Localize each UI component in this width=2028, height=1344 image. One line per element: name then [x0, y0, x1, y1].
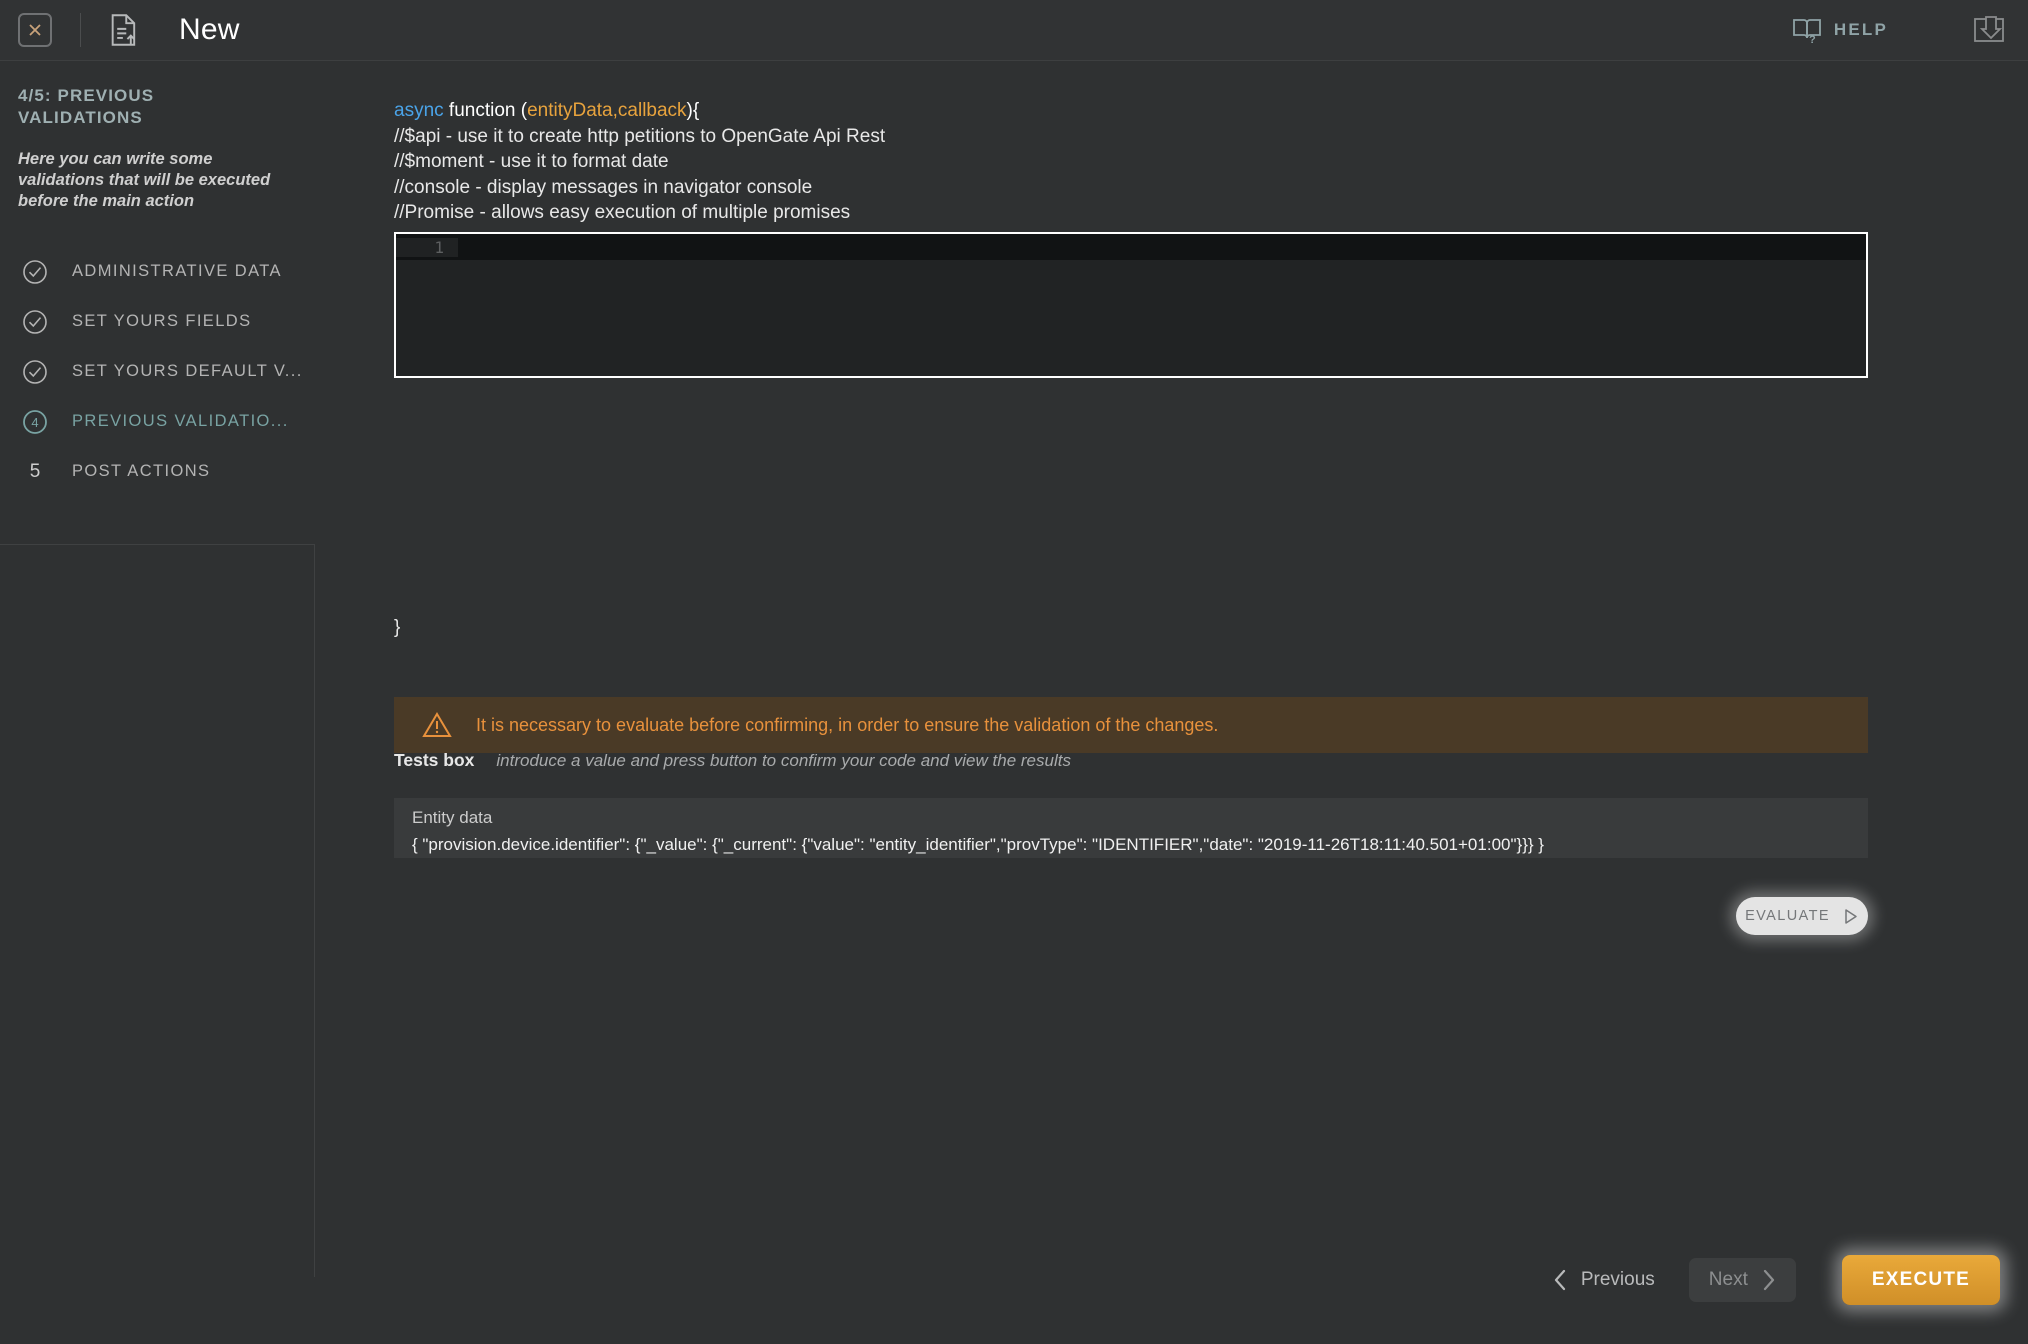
- function-signature-line: async function (entityData,callback){: [394, 98, 885, 124]
- document-upload-icon[interactable]: [109, 13, 139, 47]
- code-editor[interactable]: 1: [394, 232, 1868, 378]
- keyword-function: function (: [443, 100, 528, 121]
- wizard-sidebar: 4/5: PREVIOUS VALIDATIONS Here you can w…: [0, 61, 315, 1277]
- step-number: 5: [29, 460, 41, 482]
- sidebar-item-previous-validations[interactable]: 4 PREVIOUS VALIDATIO...: [0, 397, 315, 447]
- sidebar-item-label: PREVIOUS VALIDATIO...: [72, 412, 289, 431]
- execute-button[interactable]: EXECUTE: [1841, 1255, 2000, 1305]
- sidebar-item-label: ADMINISTRATIVE DATA: [72, 262, 282, 281]
- app-header: New ? HELP: [0, 0, 2028, 61]
- svg-text:?: ?: [1809, 34, 1818, 44]
- check-circle-icon: [20, 307, 50, 337]
- next-button[interactable]: Next: [1688, 1258, 1796, 1302]
- code-comment-line: //console - display messages in navigato…: [394, 176, 813, 198]
- sidebar-divider: [0, 544, 315, 545]
- sidebar-item-post-actions[interactable]: 5 POST ACTIONS: [0, 447, 315, 497]
- code-comment-line: //$moment - use it to format date: [394, 151, 669, 172]
- help-button[interactable]: ? HELP: [1792, 16, 1888, 44]
- book-question-icon: ?: [1792, 19, 1821, 44]
- next-label: Next: [1708, 1269, 1748, 1290]
- warning-triangle-icon: [422, 712, 452, 737]
- chevron-left-icon: [1554, 1269, 1565, 1291]
- code-comment-line: //Promise - allows easy execution of mul…: [394, 202, 851, 223]
- step-number-circle-icon: 4: [20, 407, 50, 437]
- warning-text: It is necessary to evaluate before confi…: [476, 714, 1219, 735]
- evaluate-label: EVALUATE: [1745, 908, 1830, 924]
- keyword-async: async: [394, 100, 444, 121]
- step-list: ADMINISTRATIVE DATA SET YOURS FIELDS SET…: [0, 247, 315, 497]
- editor-active-line[interactable]: 1: [396, 234, 1866, 260]
- tests-box-label: Tests box: [394, 750, 475, 770]
- page-title: New: [179, 13, 240, 46]
- entity-data-label: Entity data: [412, 808, 493, 827]
- wizard-footer: Previous Next EXECUTE: [0, 1216, 2028, 1344]
- close-glyph: [29, 24, 41, 36]
- sidebar-item-label: SET YOURS FIELDS: [72, 312, 252, 331]
- tests-box-header: Tests box introduce a value and press bu…: [394, 750, 1071, 771]
- entity-data-value[interactable]: { "provision.device.identifier": {"_valu…: [412, 835, 1868, 855]
- chevron-right-icon: [1763, 1269, 1774, 1291]
- entity-data-panel[interactable]: Entity data { "provision.device.identifi…: [394, 798, 1868, 858]
- help-label: HELP: [1833, 20, 1888, 39]
- editor-line-number: 1: [396, 237, 458, 257]
- previous-label: Previous: [1580, 1269, 1655, 1290]
- sidebar-item-set-yours-default-values[interactable]: SET YOURS DEFAULT V...: [0, 347, 315, 397]
- closing-brace: }: [394, 617, 401, 638]
- sidebar-item-label: POST ACTIONS: [72, 462, 211, 481]
- evaluate-button[interactable]: EVALUATE: [1736, 897, 1868, 935]
- check-circle-icon: [20, 257, 50, 287]
- sidebar-vertical-divider: [314, 544, 315, 1277]
- header-actions: ? HELP: [1792, 14, 2028, 46]
- header-divider: [80, 13, 81, 47]
- check-circle-icon: [20, 357, 50, 387]
- sidebar-item-label: SET YOURS DEFAULT V...: [72, 362, 303, 381]
- function-args: entityData,callback: [527, 100, 687, 121]
- sidebar-description: Here you can write some validations that…: [18, 149, 271, 211]
- sidebar-step-title: 4/5: PREVIOUS VALIDATIONS: [18, 86, 155, 127]
- sidebar-item-set-yours-fields[interactable]: SET YOURS FIELDS: [0, 297, 315, 347]
- tests-box-hint: introduce a value and press button to co…: [496, 751, 1071, 770]
- editor-code-line[interactable]: [458, 234, 1866, 260]
- sidebar-item-administrative-data[interactable]: ADMINISTRATIVE DATA: [0, 247, 315, 297]
- warning-banner: It is necessary to evaluate before confi…: [394, 697, 1868, 753]
- code-comment-line: //$api - use it to create http petitions…: [394, 125, 886, 147]
- function-signature-block: async function (entityData,callback){ //…: [394, 98, 885, 226]
- previous-button[interactable]: Previous: [1541, 1259, 1667, 1301]
- wizard-window: New ? HELP 4/5: PREVIOUS VALIDATIONS Her…: [0, 0, 2028, 1344]
- close-icon[interactable]: [18, 13, 52, 47]
- signature-tail: ){: [686, 100, 700, 121]
- step-number: 4: [31, 415, 38, 430]
- play-icon: [1845, 908, 1857, 924]
- inbox-download-icon[interactable]: [1972, 14, 2006, 46]
- editor-empty-area[interactable]: [396, 260, 1866, 376]
